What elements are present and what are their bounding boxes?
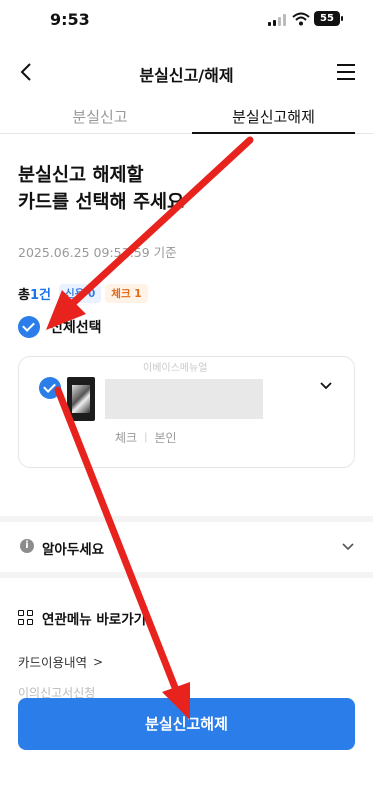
chevron-down-icon[interactable] xyxy=(318,377,334,393)
link-card-usage-label: 카드이용내역 xyxy=(18,655,88,670)
card-type: 체크 xyxy=(115,431,138,445)
notice-row[interactable]: i 알아두세요 xyxy=(0,530,373,564)
summary-row: 총 1건 신용 0 체크 1 xyxy=(18,283,148,303)
chevron-right-icon: > xyxy=(93,654,104,669)
release-lost-report-button[interactable]: 분실신고해제 xyxy=(18,698,355,750)
total-count: 1건 xyxy=(29,287,51,303)
select-all-label: 전체선택 xyxy=(50,320,102,336)
card-name-redacted xyxy=(105,379,263,419)
select-all-row[interactable]: 전체선택 xyxy=(18,316,102,338)
watermark: 이베이스메뉴얼 xyxy=(143,363,208,374)
tab-lost-report-release[interactable]: 분실신고해제 xyxy=(192,106,355,134)
card-owner: 본인 xyxy=(154,431,177,445)
tab-bar: 분실신고 분실신고해제 xyxy=(0,100,373,134)
card-checkbox[interactable] xyxy=(39,377,61,399)
info-icon: i xyxy=(20,539,34,553)
section-divider xyxy=(0,516,373,522)
section-divider xyxy=(0,572,373,578)
grid-icon xyxy=(18,610,34,626)
cellular-signal-icon xyxy=(268,14,286,26)
related-menu-header: 연관메뉴 바로가기 xyxy=(18,608,146,628)
notice-label: 알아두세요 xyxy=(42,542,105,558)
card-thumbnail xyxy=(67,377,95,421)
total-prefix: 총 xyxy=(18,287,30,303)
hamburger-menu-icon[interactable] xyxy=(335,60,359,84)
credit-chip: 신용 0 xyxy=(58,283,102,303)
link-card-usage[interactable]: 카드이용내역 > xyxy=(18,652,103,671)
page-heading: 분실신고 해제할 카드를 선택해 주세요 xyxy=(18,162,184,216)
check-chip: 체크 1 xyxy=(105,283,148,303)
battery-cap xyxy=(341,16,343,21)
tab-lost-report[interactable]: 분실신고 xyxy=(18,106,182,127)
status-bar: 9:53 55 xyxy=(0,0,373,40)
timestamp: 2025.06.25 09:53:59 기준 xyxy=(18,245,177,260)
wifi-icon xyxy=(292,12,310,26)
status-time: 9:53 xyxy=(50,10,90,29)
select-all-checkbox[interactable] xyxy=(18,316,40,338)
meta-divider: | xyxy=(144,432,148,443)
battery-icon: 55 xyxy=(314,11,340,26)
heading-line-1: 분실신고 해제할 xyxy=(18,165,144,186)
card-meta: 체크 | 본인 xyxy=(115,429,177,446)
card-item[interactable]: 이베이스메뉴얼 체크 | 본인 xyxy=(18,356,355,468)
header: 분실신고/해제 xyxy=(0,52,373,92)
heading-line-2: 카드를 선택해 주세요 xyxy=(18,192,185,213)
page-title: 분실신고/해제 xyxy=(139,66,234,85)
chevron-down-icon[interactable] xyxy=(341,539,355,553)
related-menu-label: 연관메뉴 바로가기 xyxy=(42,612,147,628)
